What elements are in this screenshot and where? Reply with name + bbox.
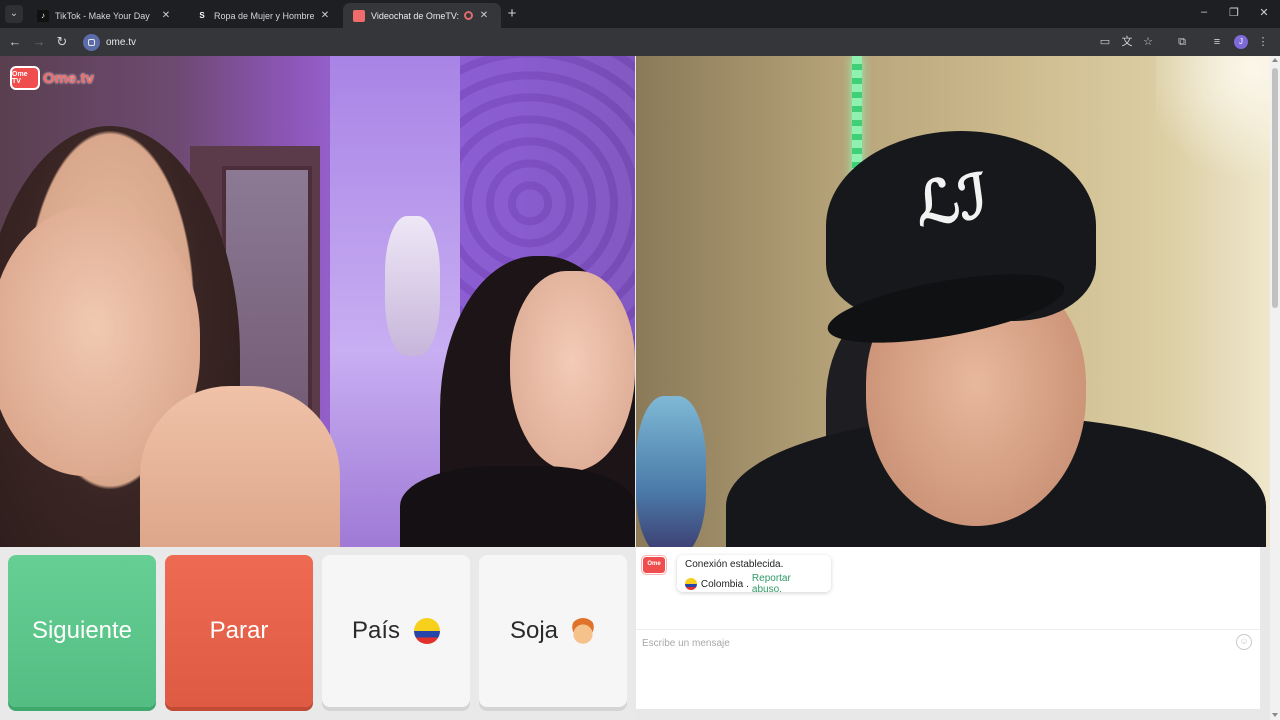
emoji-icon[interactable]: ☺ — [1236, 634, 1252, 650]
report-abuse-link[interactable]: Reportar abuso. — [752, 573, 823, 595]
tab-ometv[interactable]: Videochat de OmeTV: una ✕ — [343, 3, 501, 28]
ometv-logo-text: Ome.tv — [43, 69, 94, 87]
colombia-flag-icon — [414, 618, 441, 644]
recording-icon — [464, 11, 473, 20]
ometv-logo-icon: Ome TV — [10, 66, 40, 90]
stop-label: Parar — [209, 617, 269, 644]
translate-icon[interactable]: 文 — [1120, 35, 1134, 49]
chat-panel: Ome TV Conexión establecida. Colombia . … — [636, 547, 1260, 709]
extensions-icon[interactable]: ⧉ — [1175, 35, 1189, 49]
tab-title: Videochat de OmeTV: una — [371, 10, 460, 21]
minimize-icon[interactable]: – — [1196, 6, 1212, 18]
ometv-page: Ome TV Ome.tv ℒℐ Siguiente Parar País So… — [0, 56, 1270, 720]
menu-kebab-icon[interactable]: ⋮ — [1256, 35, 1270, 49]
close-tab-icon[interactable]: ✕ — [318, 10, 332, 21]
ometv-system-icon: Ome TV — [642, 556, 666, 582]
ometv-icon — [353, 9, 365, 22]
separator: . — [746, 578, 749, 590]
profile-avatar[interactable]: J — [1234, 35, 1248, 49]
new-tab-button[interactable]: + — [503, 5, 521, 23]
cast-icon[interactable]: ▭ — [1098, 35, 1112, 49]
scroll-up-icon[interactable] — [1272, 58, 1278, 62]
url-text: ome.tv — [106, 36, 137, 48]
forward-icon[interactable]: → — [31, 34, 47, 50]
country-label: País — [351, 617, 401, 644]
next-button[interactable]: Siguiente — [8, 555, 156, 707]
bookmark-star-icon[interactable]: ☆ — [1141, 35, 1155, 49]
close-tab-icon[interactable]: ✕ — [477, 10, 491, 21]
boy-emoji-icon — [570, 618, 597, 644]
message-bar: ☺ — [636, 629, 1260, 654]
tiktok-icon: ♪ — [37, 9, 49, 22]
reload-icon[interactable]: ↻ — [54, 34, 70, 50]
tab-strip: ⌄ ♪ TikTok - Make Your Day ✕ S Ropa de M… — [0, 0, 1280, 28]
site-info-icon[interactable] — [83, 33, 100, 51]
close-tab-icon[interactable]: ✕ — [159, 10, 173, 21]
system-message: Conexión establecida. Colombia . Reporta… — [677, 555, 831, 595]
ometv-logo: Ome TV Ome.tv — [10, 66, 94, 90]
partner-country: Colombia — [700, 578, 744, 590]
local-video: ℒℐ — [636, 56, 1270, 547]
gender-filter-button[interactable]: Soja — [479, 555, 627, 707]
scroll-down-icon[interactable] — [1272, 713, 1278, 717]
close-window-icon[interactable]: ✕ — [1256, 6, 1272, 19]
back-icon[interactable]: ← — [7, 34, 23, 50]
remote-video: Ome TV Ome.tv — [0, 56, 635, 547]
tab-tiktok[interactable]: ♪ TikTok - Make Your Day ✕ — [27, 3, 183, 28]
tab-title: Ropa de Mujer y Hombre, Com — [214, 10, 314, 21]
tab-title: TikTok - Make Your Day — [55, 10, 150, 21]
browser-toolbar: ← → ↻ ome.tv ▭ 文 ☆ ⧉ ≡ ⋮ — [0, 28, 1280, 56]
page-scrollbar[interactable] — [1270, 56, 1280, 720]
colombia-flag-icon — [685, 578, 697, 590]
scroll-thumb[interactable] — [1272, 68, 1278, 308]
tab-shein[interactable]: S Ropa de Mujer y Hombre, Com ✕ — [186, 3, 342, 28]
reading-list-icon[interactable]: ≡ — [1210, 35, 1224, 49]
next-label: Siguiente — [31, 617, 133, 644]
maximize-icon[interactable]: ❐ — [1226, 6, 1242, 19]
address-bar[interactable]: ome.tv — [80, 31, 1090, 53]
shein-icon: S — [196, 9, 208, 22]
gender-label: Soja — [509, 617, 559, 644]
message-input[interactable] — [642, 635, 1202, 651]
chat-controls: Siguiente Parar País Soja — [0, 547, 635, 720]
tab-search-button[interactable]: ⌄ — [5, 5, 23, 23]
country-filter-button[interactable]: País — [322, 555, 470, 707]
stop-button[interactable]: Parar — [165, 555, 313, 707]
connection-status: Conexión establecida. — [685, 559, 784, 570]
